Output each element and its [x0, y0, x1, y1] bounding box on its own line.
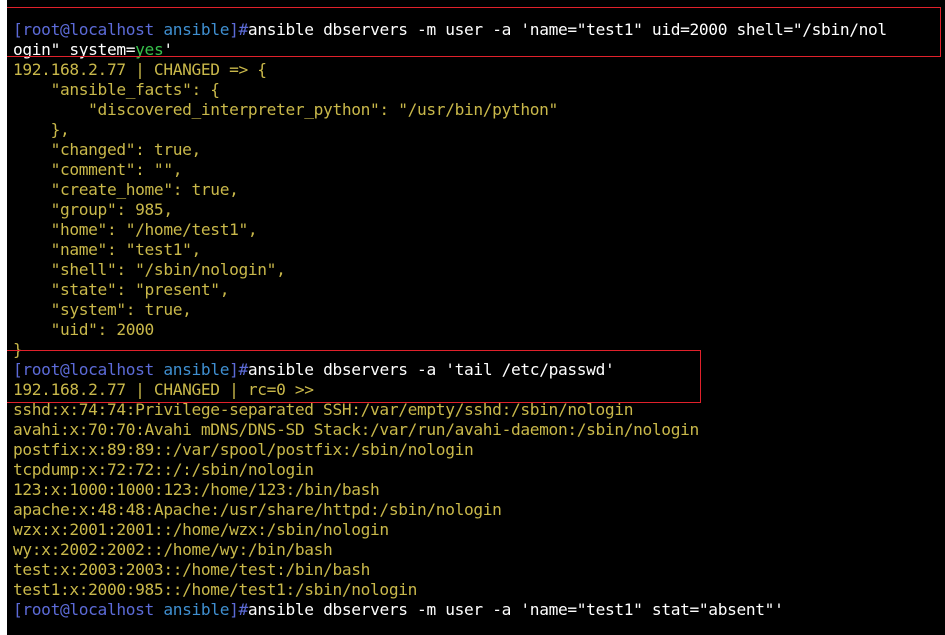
output-text: 192.168.2.77 | CHANGED => {: [13, 60, 267, 79]
output-text: postfix:x:89:89::/var/spool/postfix:/sbi…: [13, 440, 474, 459]
output-text: "ansible_facts": {: [13, 80, 220, 99]
command-line: [root@localhost ansible]#ansible dbserve…: [13, 600, 887, 620]
terminal-window[interactable]: [root@localhost ansible]#ansible dbserve…: [7, 0, 945, 635]
output-text: "name": "test1",: [13, 240, 202, 259]
output-text: "home": "/home/test1",: [13, 220, 258, 239]
output-text: avahi:x:70:70:Avahi mDNS/DNS-SD Stack:/v…: [13, 420, 699, 439]
output-text: test:x:2003:2003::/home/test:/bin/bash: [13, 560, 371, 579]
command-text: ansible dbservers -m user -a 'name="test…: [247, 600, 784, 619]
output-line: wy:x:2002:2002::/home/wy:/bin/bash: [13, 540, 887, 560]
output-text: "create_home": true,: [13, 180, 239, 199]
output-line: avahi:x:70:70:Avahi mDNS/DNS-SD Stack:/v…: [13, 420, 887, 440]
output-line: "system": true,: [13, 300, 887, 320]
output-line: 123:x:1000:1000:123:/home/123:/bin/bash: [13, 480, 887, 500]
output-line: test1:x:2000:985::/home/test1:/sbin/nolo…: [13, 580, 887, 600]
output-line: "home": "/home/test1",: [13, 220, 887, 240]
output-line: "ansible_facts": {: [13, 80, 887, 100]
output-line: "comment": "",: [13, 160, 887, 180]
output-text: 123:x:1000:1000:123:/home/123:/bin/bash: [13, 480, 380, 499]
output-line: "changed": true,: [13, 140, 887, 160]
output-text: wzx:x:2001:2001::/home/wzx:/sbin/nologin: [13, 520, 389, 539]
output-text: apache:x:48:48:Apache:/usr/share/httpd:/…: [13, 500, 502, 519]
highlight-box-command-1: [7, 7, 941, 57]
output-line: sshd:x:74:74:Privilege-separated SSH:/va…: [13, 400, 887, 420]
output-line: "group": 985,: [13, 200, 887, 220]
prompt-directory: ansible: [163, 600, 230, 619]
output-line: "state": "present",: [13, 280, 887, 300]
output-text: "uid": 2000: [13, 320, 155, 339]
output-line: test:x:2003:2003::/home/test:/bin/bash: [13, 560, 887, 580]
output-line: postfix:x:89:89::/var/spool/postfix:/sbi…: [13, 440, 887, 460]
output-line: wzx:x:2001:2001::/home/wzx:/sbin/nologin: [13, 520, 887, 540]
output-line: "discovered_interpreter_python": "/usr/b…: [13, 100, 887, 120]
output-line: tcpdump:x:72:72::/:/sbin/nologin: [13, 460, 887, 480]
output-line: apache:x:48:48:Apache:/usr/share/httpd:/…: [13, 500, 887, 520]
highlight-box-command-2: [7, 350, 701, 403]
output-line: 192.168.2.77 | CHANGED => {: [13, 60, 887, 80]
background-window-edge: [0, 0, 7, 635]
prompt-symbol: ]#: [229, 600, 248, 619]
output-text: "discovered_interpreter_python": "/usr/b…: [13, 100, 558, 119]
output-text: tcpdump:x:72:72::/:/sbin/nologin: [13, 460, 314, 479]
output-text: wy:x:2002:2002::/home/wy:/bin/bash: [13, 540, 333, 559]
output-line: "shell": "/sbin/nologin",: [13, 260, 887, 280]
prompt-user-host: [root@localhost: [13, 600, 154, 619]
output-line: },: [13, 120, 887, 140]
output-line: "create_home": true,: [13, 180, 887, 200]
output-text: "state": "present",: [13, 280, 230, 299]
output-text: "changed": true,: [13, 140, 202, 159]
output-text: "group": 985,: [13, 200, 174, 219]
output-text: test1:x:2000:985::/home/test1:/sbin/nolo…: [13, 580, 418, 599]
output-text: "system": true,: [13, 300, 192, 319]
output-line: "name": "test1",: [13, 240, 887, 260]
output-line: "uid": 2000: [13, 320, 887, 340]
terminal-output: [root@localhost ansible]#ansible dbserve…: [13, 0, 887, 620]
output-text: "comment": "",: [13, 160, 183, 179]
output-text: },: [13, 120, 70, 139]
output-text: "shell": "/sbin/nologin",: [13, 260, 286, 279]
